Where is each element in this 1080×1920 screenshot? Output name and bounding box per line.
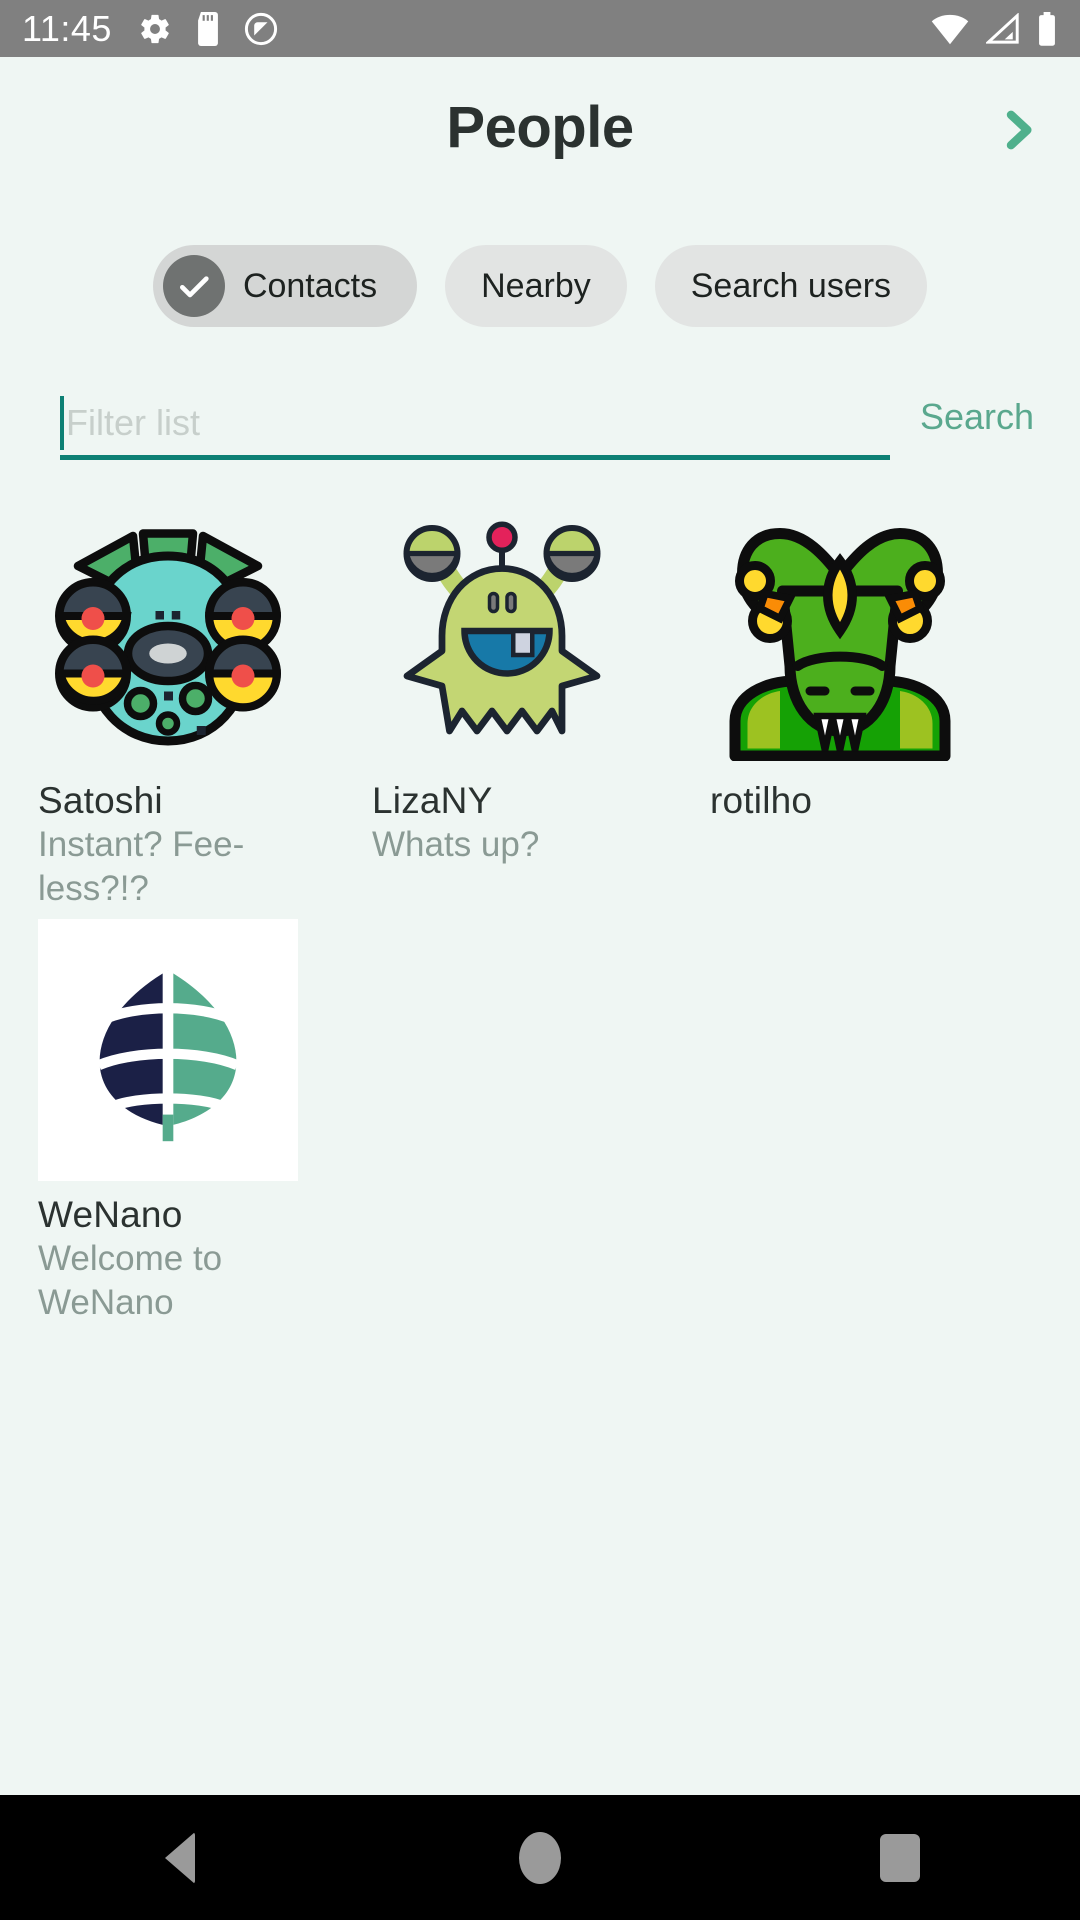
gear-icon	[141, 14, 169, 43]
contact-name: LizaNY	[372, 780, 493, 821]
next-page-button[interactable]	[978, 95, 1058, 165]
chip-search-users-label: Search users	[690, 266, 892, 305]
filter-chip-row: Contacts Nearby Search users	[0, 245, 1080, 327]
page-title: People	[446, 94, 634, 160]
status-bar-left-icons	[138, 11, 278, 46]
contact-item-satoshi[interactable]: Satoshi Instant? Fee-less?!?	[0, 505, 340, 919]
contact-name: WeNano	[38, 1194, 183, 1235]
contact-name: rotilho	[710, 780, 813, 821]
recents-square-icon	[879, 1833, 920, 1882]
status-bar: 11:45	[0, 0, 1080, 57]
avatar	[38, 919, 298, 1181]
chip-contacts-label: Contacts	[242, 266, 378, 305]
chevron-right-icon	[1006, 110, 1032, 150]
contact-item-wenano[interactable]: WeNano Welcome to WeNano	[0, 919, 340, 1333]
chip-nearby-label: Nearby	[481, 266, 591, 305]
app-screen: 11:45 People Contacts Nearby Search user…	[0, 0, 1080, 1920]
filter-row: Filter list Search	[0, 390, 1080, 470]
contact-item-lizany[interactable]: LizaNY Whats up?	[340, 505, 680, 919]
avatar	[372, 505, 632, 767]
text-caret	[60, 395, 64, 450]
nav-back-button[interactable]	[0, 1795, 360, 1920]
chip-contacts[interactable]: Contacts	[152, 245, 418, 327]
wifi-icon	[931, 14, 969, 44]
contact-grid: Satoshi Instant? Fee-less?!? LizaNY What…	[0, 505, 1080, 1333]
avatar	[38, 505, 298, 767]
contact-status: Whats up?	[372, 825, 540, 864]
contact-status: Instant? Fee-less?!?	[38, 825, 245, 908]
avatar	[710, 505, 970, 767]
contact-item-rotilho[interactable]: rotilho	[680, 505, 1020, 919]
home-circle-icon	[518, 1831, 561, 1884]
wenano-globe-leaf-logo	[96, 970, 240, 1142]
green-reptile-alien-avatar	[729, 528, 951, 761]
cellular-signal-icon	[986, 12, 1019, 44]
battery-icon	[1039, 11, 1055, 46]
teal-four-eyed-alien-avatar	[55, 529, 281, 746]
green-stalk-eyed-alien-avatar	[403, 521, 601, 735]
header-bar: People	[0, 57, 1080, 197]
check-icon	[162, 255, 225, 317]
filter-input-placeholder: Filter list	[66, 401, 200, 443]
contact-status: Welcome to WeNano	[38, 1239, 223, 1322]
filter-input[interactable]: Filter list	[60, 390, 890, 460]
contact-name: Satoshi	[38, 780, 163, 821]
sd-card-icon	[198, 11, 218, 46]
nav-home-button[interactable]	[360, 1795, 720, 1920]
status-clock: 11:45	[22, 8, 112, 49]
android-nav-bar	[0, 1795, 1080, 1920]
do-not-disturb-icon	[244, 12, 278, 45]
search-button[interactable]: Search	[920, 396, 1034, 438]
chip-search-users[interactable]: Search users	[654, 245, 928, 327]
nav-recents-button[interactable]	[720, 1795, 1080, 1920]
status-bar-right-icons	[930, 11, 1058, 46]
back-triangle-icon	[164, 1831, 195, 1884]
chip-nearby[interactable]: Nearby	[445, 245, 627, 327]
